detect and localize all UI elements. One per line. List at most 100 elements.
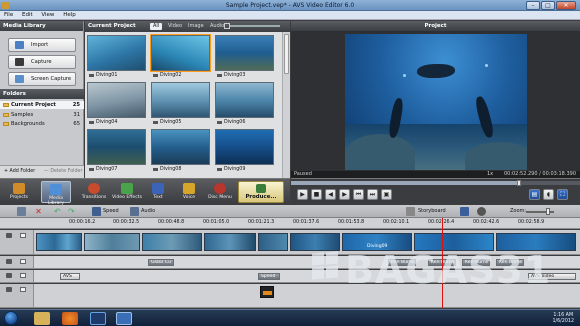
settings-icon[interactable] — [477, 207, 486, 216]
storyboard-toggle[interactable]: Storyboard — [418, 207, 446, 216]
volume-button[interactable]: ◖ — [543, 189, 554, 200]
menu-help[interactable]: Help — [59, 11, 79, 18]
media-item-label: Diving03 — [216, 72, 274, 79]
eye-icon[interactable] — [6, 233, 12, 238]
undo-icon[interactable]: ↶ — [54, 207, 63, 216]
seek-handle[interactable] — [517, 180, 521, 186]
menu-file[interactable]: File — [0, 11, 16, 18]
minimize-button[interactable]: – — [526, 1, 540, 10]
video-editor-taskbar-icon[interactable] — [116, 312, 132, 325]
thumbnail-size-slider[interactable] — [224, 23, 280, 29]
folder-count: 25 — [72, 102, 80, 108]
redo-icon[interactable]: ↷ — [68, 207, 77, 216]
video-clip[interactable] — [204, 233, 256, 251]
media-item-label: Diving05 — [152, 119, 210, 126]
playback-status: Paused — [294, 171, 312, 177]
capture-button[interactable]: Capture — [8, 55, 76, 69]
ruler-label: 00:00:32.5 — [113, 220, 140, 225]
projects-label: Projects — [9, 195, 29, 200]
seek-bar[interactable] — [291, 180, 580, 186]
snapshot-button[interactable]: ▣ — [381, 189, 392, 200]
effect-clip[interactable]: Glass Cu — [148, 259, 174, 266]
scrollbar-thumb[interactable] — [284, 34, 289, 74]
media-library-tab[interactable]: Media Library — [41, 181, 71, 206]
split-view-button[interactable]: ▤ — [529, 189, 540, 200]
media-item[interactable]: Diving05 — [150, 81, 211, 127]
microphone-icon — [183, 183, 195, 194]
media-item[interactable]: Diving08 — [150, 128, 211, 174]
window-title: Sample Project.vep* - AVS Video Editor 6… — [225, 2, 355, 9]
overlay-clip[interactable] — [260, 286, 274, 298]
explorer-taskbar-icon[interactable] — [34, 312, 50, 325]
voice-label: Voice — [182, 195, 196, 200]
thumbnail — [87, 129, 146, 165]
media-item[interactable]: Diving09 — [214, 128, 275, 174]
close-button[interactable]: ✕ — [556, 1, 576, 10]
add-folder-button[interactable]: + Add Folder — [4, 169, 35, 174]
video-clip[interactable] — [258, 233, 288, 251]
media-item[interactable]: Diving07 — [86, 128, 147, 174]
media-item[interactable]: Diving06 — [214, 81, 275, 127]
menu-edit[interactable]: Edit — [18, 11, 36, 18]
maximize-button[interactable]: □ — [541, 1, 555, 10]
video-clip[interactable] — [142, 233, 202, 251]
disc-menu-button[interactable]: Disc Menu — [205, 181, 235, 203]
delete-folder-button[interactable]: — Delete Folder — [44, 169, 82, 174]
text-clip[interactable]: AVS — [60, 273, 80, 280]
video-clip[interactable] — [84, 233, 140, 251]
next-frame-button[interactable]: ▶ — [339, 189, 350, 200]
delete-icon[interactable]: ✕ — [34, 207, 43, 216]
audio-button[interactable]: Audio — [141, 207, 155, 216]
media-item[interactable]: Diving01 — [86, 34, 147, 80]
media-scrollbar[interactable] — [282, 32, 290, 178]
text-clip[interactable]: Speed — [258, 273, 280, 280]
playback-speed[interactable]: 1x — [487, 171, 493, 178]
stop-button[interactable]: ■ — [311, 189, 322, 200]
import-button[interactable]: Import — [8, 38, 76, 52]
menu-view[interactable]: View — [37, 11, 57, 18]
play-button[interactable]: ▶ — [297, 189, 308, 200]
previous-frame-button[interactable]: ◀ — [325, 189, 336, 200]
track-toggle[interactable] — [20, 259, 26, 264]
eye-icon[interactable] — [6, 259, 12, 264]
taskbar-clock[interactable]: 1:16 AM 1/6/2012 — [552, 313, 574, 325]
text-icon — [152, 183, 164, 194]
text-button[interactable]: Text — [143, 181, 173, 203]
folder-backgrounds[interactable]: Backgrounds 65 — [0, 120, 84, 128]
video-clip[interactable] — [36, 233, 82, 251]
video-preview[interactable] — [345, 34, 527, 170]
fullscreen-button[interactable]: ⛶ — [557, 189, 568, 200]
zoom-slider-handle[interactable] — [546, 208, 550, 215]
media-item[interactable]: Diving04 — [86, 81, 147, 127]
previous-clip-button[interactable]: ⏮ — [353, 189, 364, 200]
firefox-taskbar-icon[interactable] — [62, 312, 78, 325]
folder-icon — [3, 113, 9, 117]
screen-capture-button[interactable]: Screen Capture — [8, 72, 76, 86]
folder-samples[interactable]: Samples 31 — [0, 111, 84, 119]
title-bar: Sample Project.vep* - AVS Video Editor 6… — [0, 0, 580, 11]
filter-all[interactable]: All — [150, 23, 163, 30]
filter-image[interactable]: Image — [185, 23, 207, 30]
track-toggle[interactable] — [20, 287, 26, 292]
media-item[interactable]: Diving03 — [214, 34, 275, 80]
track-toggle[interactable] — [20, 273, 26, 278]
start-button[interactable] — [4, 311, 18, 325]
folder-current-project[interactable]: Current Project 25 — [0, 101, 84, 109]
edit-icon[interactable] — [17, 207, 26, 216]
timeline-view-icon[interactable] — [460, 207, 469, 216]
produce-button[interactable]: Produce... — [238, 181, 284, 203]
photoshop-taskbar-icon[interactable] — [90, 312, 106, 325]
filter-video[interactable]: Video — [165, 23, 185, 30]
speed-button[interactable]: Speed — [103, 207, 119, 216]
timeline-ruler[interactable]: 00:00:16.2 00:00:32.5 00:00:48.8 00:01:0… — [0, 218, 580, 229]
eye-icon[interactable] — [6, 273, 12, 278]
next-clip-button[interactable]: ⏭ — [367, 189, 378, 200]
video-clip[interactable] — [290, 233, 340, 251]
media-item[interactable]: Diving02 — [150, 34, 211, 80]
eye-icon[interactable] — [6, 287, 12, 292]
projects-button[interactable]: Projects — [4, 181, 34, 203]
voice-button[interactable]: Voice — [174, 181, 204, 203]
video-effects-button[interactable]: Video Effects — [112, 181, 142, 203]
transitions-button[interactable]: Transitions — [79, 181, 109, 203]
track-toggle[interactable] — [20, 233, 26, 238]
